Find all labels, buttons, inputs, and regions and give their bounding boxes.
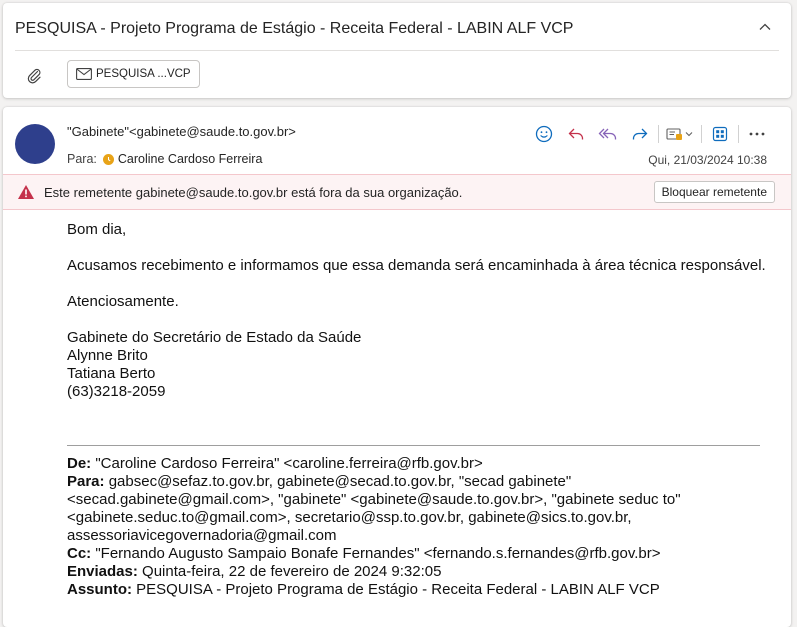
from-label: De: <box>67 455 92 472</box>
body-paragraph: Acusamos recebimento e informamos que es… <box>67 257 766 274</box>
paperclip-icon[interactable] <box>25 66 43 84</box>
cc-value: "Fernando Augusto Sampaio Bonafe Fernand… <box>95 545 661 562</box>
message-date: Qui, 21/03/2024 10:38 <box>648 153 767 167</box>
subject-value: PESQUISA - Projeto Programa de Estágio -… <box>136 581 660 598</box>
signature-line: Alynne Brito <box>67 347 148 364</box>
toolbar-divider <box>658 125 659 143</box>
quoted-sent: Enviadas: Quinta-feira, 22 de fevereiro … <box>67 563 767 581</box>
emoji-reaction-button[interactable] <box>528 122 560 146</box>
more-icon <box>749 132 765 136</box>
cc-label: Cc: <box>67 545 92 562</box>
quoted-header: De: "Caroline Cardoso Ferreira" <carolin… <box>67 455 767 599</box>
to-label: Para: <box>67 152 97 166</box>
collapse-button[interactable] <box>755 17 775 37</box>
quote-divider <box>67 445 760 446</box>
signature-line: Tatiana Berto <box>67 365 156 382</box>
recipient-row: Para: Caroline Cardoso Ferreira <box>67 152 262 166</box>
apps-button[interactable] <box>704 122 736 146</box>
forward-icon <box>632 128 648 140</box>
signature-line: Gabinete do Secretário de Estado da Saúd… <box>67 329 362 346</box>
to-value: gabsec@sefaz.to.gov.br, gabinete@secad.t… <box>67 473 681 544</box>
from-value: "Caroline Cardoso Ferreira" <caroline.fe… <box>95 455 483 472</box>
attachment-chip[interactable]: PESQUISA ...VCP <box>67 60 200 88</box>
warning-icon <box>18 185 34 199</box>
apps-dropdown-icon <box>666 128 693 140</box>
warning-text: Este remetente gabinete@saude.to.gov.br … <box>44 185 463 200</box>
forward-button[interactable] <box>624 122 656 146</box>
grid-icon <box>712 126 728 142</box>
toolbar-divider <box>738 125 739 143</box>
quoted-subject: Assunto: PESQUISA - Projeto Programa de … <box>67 581 767 599</box>
reply-button[interactable] <box>560 122 592 146</box>
message-toolbar <box>528 122 773 146</box>
subject-card: PESQUISA - Projeto Programa de Estágio -… <box>3 3 791 98</box>
presence-away-icon <box>102 153 114 165</box>
external-sender-warning: Este remetente gabinete@saude.to.gov.br … <box>3 174 791 210</box>
reply-all-icon <box>598 128 617 140</box>
to-label: Para: <box>67 473 105 490</box>
sent-label: Enviadas: <box>67 563 138 580</box>
more-actions-button[interactable] <box>741 122 773 146</box>
subject-label: Assunto: <box>67 581 132 598</box>
emoji-icon <box>535 125 553 143</box>
closing: Atenciosamente. <box>67 293 179 310</box>
reply-icon <box>568 128 584 140</box>
toolbar-divider <box>701 125 702 143</box>
recipient-name[interactable]: Caroline Cardoso Ferreira <box>118 152 263 166</box>
quoted-to: Para: gabsec@sefaz.to.gov.br, gabinete@s… <box>67 473 767 545</box>
message-body: Bom dia, Acusamos recebimento e informam… <box>67 221 767 401</box>
greeting: Bom dia, <box>67 221 127 238</box>
message-card: "Gabinete"<gabinete@saude.to.gov.br> Par… <box>3 107 791 627</box>
attachment-label: PESQUISA ...VCP <box>96 68 191 80</box>
avatar[interactable] <box>15 124 55 164</box>
reply-all-button[interactable] <box>592 122 624 146</box>
divider <box>15 50 779 51</box>
sender[interactable]: "Gabinete"<gabinete@saude.to.gov.br> <box>67 124 296 139</box>
chevron-up-icon <box>759 23 771 30</box>
sent-value: Quinta-feira, 22 de fevereiro de 2024 9:… <box>142 563 442 580</box>
apps-dropdown-button[interactable] <box>661 122 699 146</box>
quoted-cc: Cc: "Fernando Augusto Sampaio Bonafe Fer… <box>67 545 767 563</box>
signature-line: (63)3218-2059 <box>67 383 166 400</box>
quoted-from: De: "Caroline Cardoso Ferreira" <carolin… <box>67 455 767 473</box>
mail-icon <box>76 68 92 80</box>
email-subject: PESQUISA - Projeto Programa de Estágio -… <box>15 20 574 37</box>
block-sender-button[interactable]: Bloquear remetente <box>653 181 775 203</box>
